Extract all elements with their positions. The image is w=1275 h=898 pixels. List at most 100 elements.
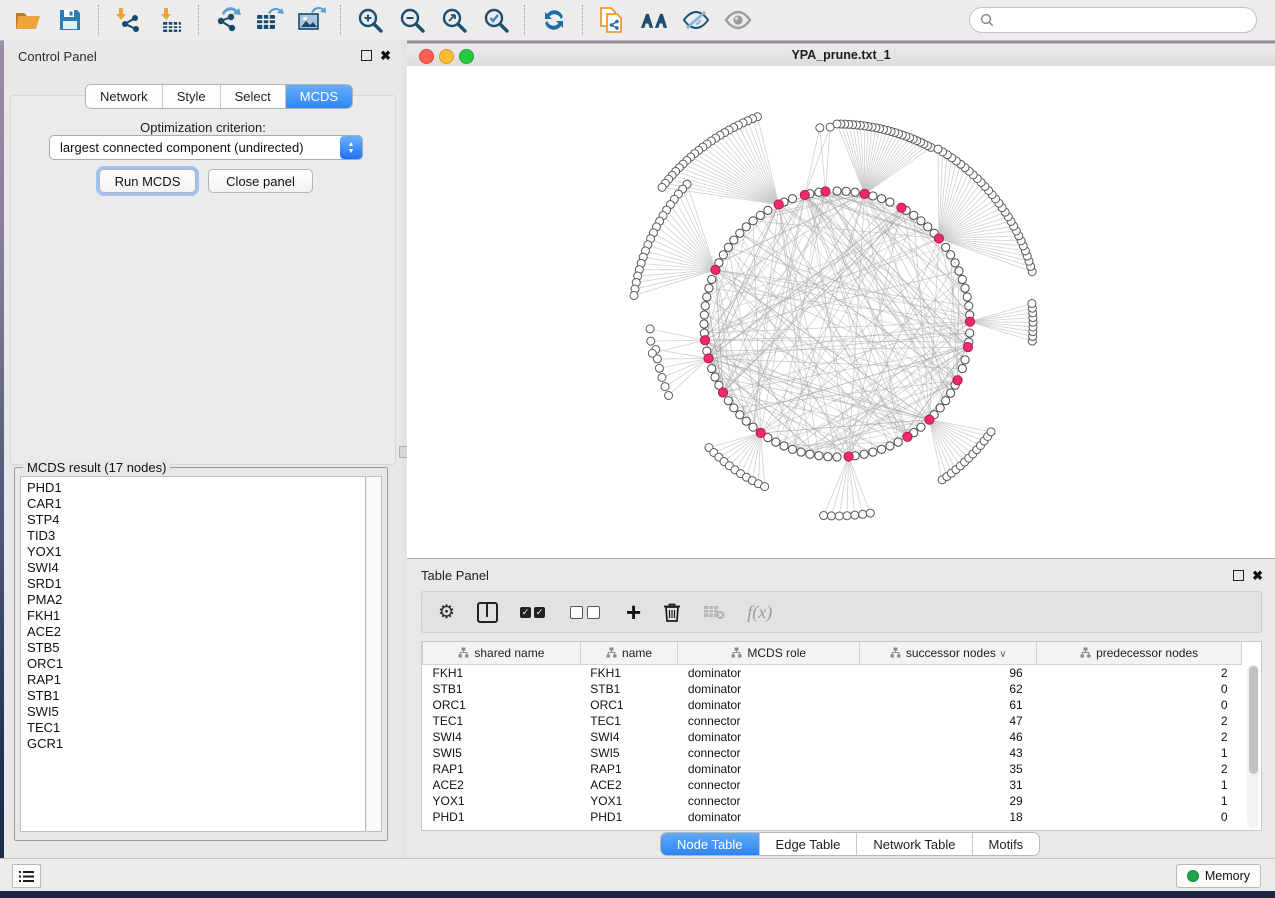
tab-style[interactable]: Style [163, 85, 221, 108]
search-box[interactable] [969, 7, 1257, 33]
table-row[interactable]: YOX1YOX1connector291 [423, 793, 1242, 809]
cell-successor_nodes: 47 [860, 713, 1037, 729]
memory-button[interactable]: Memory [1176, 864, 1261, 888]
table-row[interactable]: FKH1FKH1dominator962 [423, 665, 1242, 682]
delete-table-icon [703, 600, 725, 624]
search-icon [980, 13, 994, 27]
zoom-out-icon[interactable] [398, 7, 426, 33]
network-window-titlebar[interactable]: YPA_prune.txt_1 [407, 43, 1275, 68]
network-view[interactable] [407, 66, 1275, 558]
tab-edge-table[interactable]: Edge Table [760, 833, 858, 855]
mcds-result-scrollbar[interactable] [367, 476, 382, 832]
memory-label: Memory [1205, 869, 1250, 883]
cell-successor_nodes: 46 [860, 729, 1037, 745]
column-header-MCDS-role[interactable]: MCDS role [678, 642, 860, 665]
criterion-select[interactable]: largest connected component (undirected)… [49, 135, 363, 160]
table-row[interactable]: TEC1TEC1connector472 [423, 713, 1242, 729]
refresh-layout-icon[interactable] [540, 7, 568, 33]
import-network-icon[interactable] [114, 7, 142, 33]
table-row[interactable]: ORC1ORC1dominator610 [423, 697, 1242, 713]
tab-node-table[interactable]: Node Table [661, 833, 760, 855]
column-header-predecessor-nodes[interactable]: predecessor nodes [1037, 642, 1242, 665]
tab-motifs[interactable]: Motifs [973, 833, 1040, 855]
delete-column-icon[interactable] [663, 600, 681, 624]
show-columns-icon[interactable] [477, 600, 498, 624]
mcds-result-item[interactable]: SRD1 [27, 576, 365, 592]
zoom-selected-icon[interactable] [482, 7, 510, 33]
close-panel-icon[interactable]: ✖ [380, 51, 391, 60]
table-row[interactable]: SWI4SWI4dominator462 [423, 729, 1242, 745]
mcds-result-item[interactable]: ACE2 [27, 624, 365, 640]
cell-predecessor_nodes: 0 [1037, 681, 1242, 697]
mcds-result-item[interactable]: YOX1 [27, 544, 365, 560]
zoom-fit-icon[interactable] [440, 7, 468, 33]
cell-successor_nodes: 29 [860, 793, 1037, 809]
table-row[interactable]: ACE2ACE2connector311 [423, 777, 1242, 793]
show-all-icon[interactable] [724, 7, 752, 33]
mcds-result-item[interactable]: GCR1 [27, 736, 365, 752]
save-session-icon[interactable] [56, 7, 84, 33]
run-mcds-button[interactable]: Run MCDS [99, 169, 196, 193]
zoom-in-icon[interactable] [356, 7, 384, 33]
table-row[interactable]: RAP1RAP1dominator352 [423, 761, 1242, 777]
cell-shared_name: SWI4 [423, 729, 581, 745]
mcds-result-list[interactable]: PHD1CAR1STP4TID3YOX1SWI4SRD1PMA2FKH1ACE2… [20, 476, 366, 832]
cell-predecessor_nodes: 2 [1037, 729, 1242, 745]
tab-network-table[interactable]: Network Table [857, 833, 972, 855]
select-all-icon[interactable]: ✓✓ [520, 600, 548, 624]
add-column-icon[interactable]: + [626, 600, 641, 624]
export-network-icon[interactable] [214, 7, 242, 33]
status-bar: Memory [0, 858, 1275, 891]
open-file-icon[interactable] [14, 7, 42, 33]
cell-shared_name: TEC1 [423, 713, 581, 729]
column-header-shared-name[interactable]: shared name [423, 642, 581, 665]
tab-mcds[interactable]: MCDS [286, 85, 352, 108]
mcds-result-title: MCDS result (17 nodes) [23, 460, 170, 475]
cell-name: ORC1 [580, 697, 678, 713]
column-header-name[interactable]: name [580, 642, 678, 665]
table-scrollbar-thumb[interactable] [1249, 666, 1258, 774]
task-history-button[interactable] [12, 864, 41, 888]
mcds-result-item[interactable]: TEC1 [27, 720, 365, 736]
cell-mcds_role: dominator [678, 809, 860, 825]
network-graph[interactable] [407, 66, 1275, 558]
first-neighbors-icon[interactable] [640, 7, 668, 33]
cell-mcds_role: connector [678, 793, 860, 809]
cell-name: STB1 [580, 681, 678, 697]
node-table[interactable]: shared namenameMCDS rolesuccessor nodes … [421, 641, 1262, 831]
mcds-result-item[interactable]: RAP1 [27, 672, 365, 688]
float-panel-icon[interactable] [361, 50, 372, 61]
close-table-panel-icon[interactable]: ✖ [1252, 571, 1263, 580]
table-row[interactable]: PHD1PHD1dominator180 [423, 809, 1242, 825]
column-header-successor-nodes[interactable]: successor nodes ∨ [860, 642, 1037, 665]
mcds-result-item[interactable]: PHD1 [27, 480, 365, 496]
table-row[interactable]: SWI5SWI5connector431 [423, 745, 1242, 761]
export-table-icon[interactable] [256, 7, 284, 33]
cell-predecessor_nodes: 2 [1037, 713, 1242, 729]
export-image-icon[interactable] [298, 7, 326, 33]
tab-select[interactable]: Select [221, 85, 286, 108]
copy-style-icon[interactable] [598, 7, 626, 33]
mcds-result-item[interactable]: STB1 [27, 688, 365, 704]
import-table-icon[interactable] [156, 7, 184, 33]
deselect-all-icon[interactable] [570, 600, 604, 624]
float-table-panel-icon[interactable] [1233, 570, 1244, 581]
table-row[interactable]: STB1STB1dominator620 [423, 681, 1242, 697]
mcds-result-item[interactable]: FKH1 [27, 608, 365, 624]
mcds-result-item[interactable]: SWI4 [27, 560, 365, 576]
table-scrollbar[interactable] [1247, 664, 1259, 828]
mcds-result-item[interactable]: CAR1 [27, 496, 365, 512]
mcds-result-item[interactable]: PMA2 [27, 592, 365, 608]
cell-shared_name: STB1 [423, 681, 581, 697]
mcds-result-item[interactable]: STP4 [27, 512, 365, 528]
search-input[interactable] [1000, 12, 1246, 28]
mcds-result-item[interactable]: ORC1 [27, 656, 365, 672]
mcds-result-item[interactable]: SWI5 [27, 704, 365, 720]
close-panel-button[interactable]: Close panel [208, 169, 313, 193]
mcds-result-item[interactable]: TID3 [27, 528, 365, 544]
tab-network[interactable]: Network [86, 85, 163, 108]
control-panel-title: Control Panel [18, 49, 97, 64]
hide-selected-icon[interactable] [682, 7, 710, 33]
mcds-result-item[interactable]: STB5 [27, 640, 365, 656]
table-settings-icon[interactable]: ⚙ [438, 600, 455, 624]
